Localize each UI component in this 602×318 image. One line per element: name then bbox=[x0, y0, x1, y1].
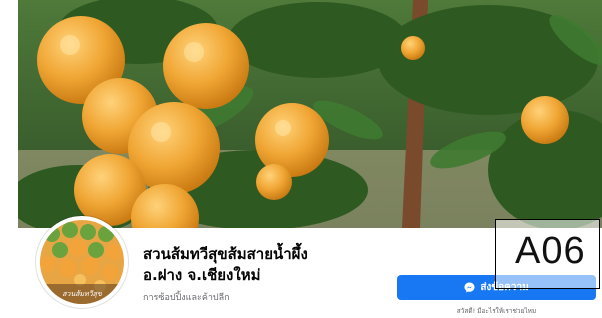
page-category[interactable]: การซ้อปปิ้งและค้าปลีก bbox=[143, 290, 230, 304]
page-title-line-2: อ.ฝาง จ.เชียงใหม่ bbox=[143, 266, 261, 284]
cover-photo[interactable] bbox=[18, 0, 602, 228]
auto-reply-note: สวัสดี! มีอะไรให้เราช่วยไหม bbox=[456, 307, 537, 315]
page-avatar[interactable]: สวนส้มทวีสุข bbox=[36, 216, 128, 308]
page-title[interactable]: สวนส้มทวีสุขส้มสายน้ำผึ้ง อ.ฝาง จ.เชียงใ… bbox=[143, 244, 383, 286]
page-title-line-1: สวนส้มทวีสุขส้มสายน้ำผึ้ง bbox=[143, 245, 308, 263]
orange-crate-photo-icon: สวนส้มทวีสุข bbox=[40, 220, 124, 304]
orange-tree-photo-icon bbox=[18, 0, 602, 228]
avatar-caption: สวนส้มทวีสุข bbox=[62, 290, 103, 298]
messenger-icon bbox=[464, 282, 475, 293]
code-label: A06 bbox=[515, 230, 586, 272]
